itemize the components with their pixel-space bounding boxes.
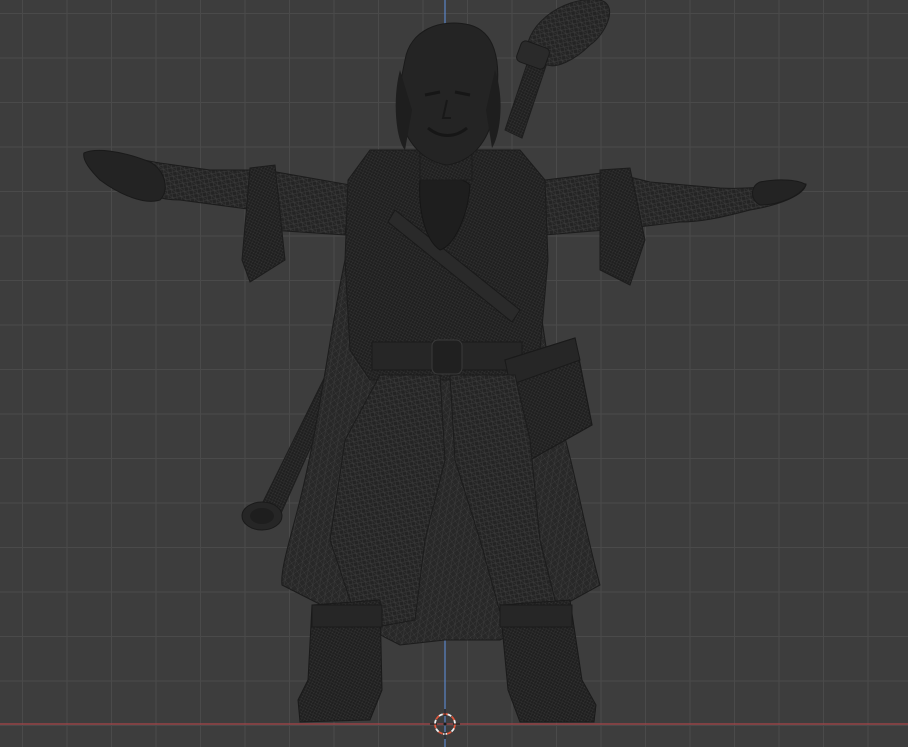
head <box>395 22 501 166</box>
character-mesh[interactable] <box>83 0 807 723</box>
3d-viewport[interactable] <box>0 0 908 747</box>
3d-cursor-icon[interactable] <box>430 709 460 739</box>
viewport-scene <box>0 0 908 747</box>
broom <box>504 0 611 139</box>
